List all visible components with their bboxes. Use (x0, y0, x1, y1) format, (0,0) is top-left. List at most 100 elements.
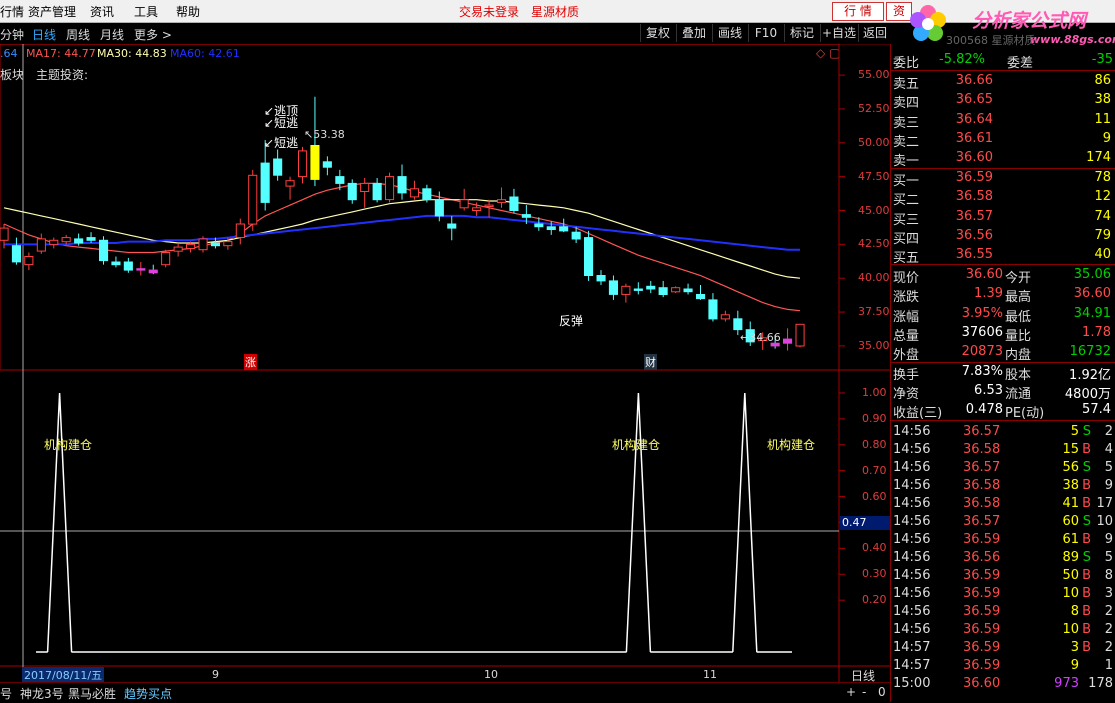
zoom-out-button[interactable]: - (862, 685, 866, 699)
formula-tab-trend-buy[interactable]: 趋势买点 (124, 685, 172, 702)
stat-row: 外盘 20873 内盘 16732 (893, 344, 1113, 363)
candle (273, 149, 283, 181)
candle-body (347, 182, 357, 201)
candle-body (447, 223, 457, 229)
candle (36, 233, 46, 254)
kline-chart[interactable] (0, 44, 890, 682)
candle (161, 249, 171, 268)
ask-price: 36.64 (955, 111, 993, 127)
tick-price: 36.59 (963, 640, 1001, 655)
candle (49, 237, 59, 249)
tick-count: 1 (1104, 658, 1113, 673)
candle-body (223, 241, 233, 247)
zoom-reset-button[interactable]: 0 (878, 685, 886, 699)
adjust-rights-button[interactable]: 复权 (640, 24, 675, 42)
candle-body (0, 227, 9, 241)
tick-row: 15:00 36.60 973 178 (893, 676, 1113, 694)
candle (447, 215, 457, 241)
bid-volume: 79 (1094, 227, 1111, 243)
back-button[interactable]: 返回 (858, 24, 891, 42)
menu-news[interactable]: 资讯 (90, 3, 114, 20)
menu-tools[interactable]: 工具 (134, 3, 158, 20)
bid-price: 36.57 (955, 208, 993, 224)
tick-side: S (1082, 424, 1091, 439)
tab-monthly[interactable]: 月线 (100, 26, 124, 43)
bid-price: 36.59 (955, 170, 993, 185)
tick-row: 14:56 36.58 38 B 9 (893, 478, 1113, 496)
candle (198, 236, 208, 253)
x-tick-10: 10 (484, 668, 498, 681)
ask-level-label: 卖三 (893, 115, 920, 131)
candle (235, 218, 245, 245)
mark-button[interactable]: 标记 (784, 24, 819, 42)
tick-volume: 973 (1054, 676, 1079, 691)
ma60-line (4, 214, 800, 251)
candle (11, 237, 21, 265)
menu-help[interactable]: 帮助 (176, 3, 200, 20)
draw-line-button[interactable]: 画线 (712, 24, 747, 42)
tick-row: 14:56 36.59 8 B 2 (893, 604, 1113, 622)
short-escape-label-1: ↙短逃 (264, 116, 299, 130)
tick-time: 15:00 (893, 676, 931, 691)
candle-body (546, 226, 556, 231)
logo-title: 分析家公式网 (972, 10, 1087, 32)
ask-volume: 11 (1094, 111, 1111, 127)
menu-asset-management[interactable]: 资产管理 (28, 3, 76, 20)
trade-login-status[interactable]: 交易未登录 (459, 3, 519, 20)
tick-time: 14:56 (893, 604, 931, 619)
stat-value: 1.92亿 (1069, 368, 1111, 383)
candles (0, 96, 805, 351)
bid-volume: 74 (1094, 208, 1111, 224)
candle (422, 184, 432, 203)
stat-label: 换手 (893, 368, 920, 383)
tab-weekly[interactable]: 周线 (66, 26, 90, 43)
tick-side: B (1082, 442, 1091, 457)
candle-body (173, 246, 183, 252)
overlay-button[interactable]: 叠加 (676, 24, 711, 42)
tick-time: 14:56 (893, 442, 931, 457)
tab-minute[interactable]: 分钟 (0, 26, 24, 43)
zhang-badge[interactable]: 涨 (244, 354, 257, 370)
tick-price: 36.59 (963, 622, 1001, 637)
weibi-value: -5.82% (939, 52, 985, 67)
candle-body (210, 242, 220, 247)
tick-volume: 8 (1070, 604, 1079, 619)
ask-row: 卖二 36.61 9 (893, 131, 1113, 150)
ask-price: 36.66 (955, 73, 993, 88)
bid-level-label: 买一 (893, 174, 920, 189)
bid-row: 买四 36.56 79 (893, 227, 1113, 247)
bid-row: 买二 36.58 12 (893, 189, 1113, 208)
tick-side: B (1082, 640, 1091, 655)
price-tick-label: 45.00 (858, 203, 890, 217)
stat-row: 总量 37606 量比 1.78 (893, 325, 1113, 344)
candle (136, 261, 146, 276)
candle-body (621, 285, 631, 295)
tick-side: B (1082, 478, 1091, 493)
tick-volume: 41 (1062, 496, 1079, 511)
formula-tab-1[interactable]: 号 (0, 685, 12, 702)
tick-time: 14:56 (893, 532, 931, 547)
f10-button[interactable]: F10 (748, 24, 783, 42)
zoom-in-button[interactable]: + (846, 685, 856, 699)
formula-tab-heima[interactable]: 黑马必胜 (68, 685, 116, 702)
tick-time: 14:56 (893, 568, 931, 583)
candle (696, 284, 706, 300)
candle-body (148, 269, 158, 274)
candle (322, 156, 332, 176)
menu-quote[interactable]: 行情 (0, 3, 24, 20)
tab-daily[interactable]: 日线 (32, 26, 56, 43)
candle-body (459, 199, 469, 209)
formula-tab-shenlong[interactable]: 神龙3号 (20, 685, 64, 702)
add-favorite-button[interactable]: +自选 (820, 24, 857, 42)
candle (795, 323, 805, 348)
candle-body (198, 238, 208, 251)
tab-more[interactable]: 更多 > (134, 26, 172, 43)
price-tick-label: 42.50 (858, 237, 890, 251)
tick-row: 14:56 36.59 10 B 2 (893, 622, 1113, 640)
quote-mode-button[interactable]: 行 情 (832, 2, 884, 21)
candle-body (683, 288, 693, 293)
stat-label: PE(动) (1005, 406, 1045, 421)
stat-label: 收益(三) (893, 406, 943, 421)
candle-body (310, 145, 320, 180)
cai-badge[interactable]: 财 (644, 354, 657, 370)
